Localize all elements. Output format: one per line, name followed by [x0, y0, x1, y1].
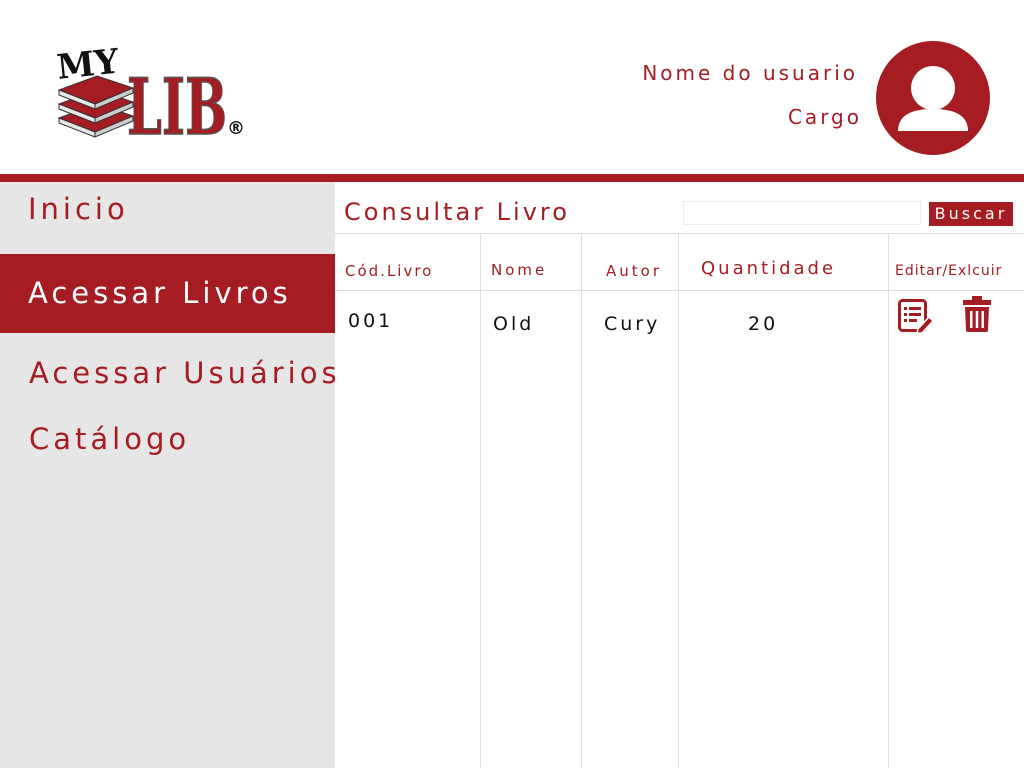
page-title: Consultar Livro	[344, 198, 570, 226]
app-header: MY LIB ® Nome do usuario Cargo	[0, 0, 1024, 174]
column-header-quantidade: Quantidade	[701, 258, 837, 279]
column-header-autor: Autor	[606, 262, 662, 280]
sidebar-item-acessar-livros[interactable]: Acessar Livros	[0, 254, 335, 333]
cell-autor: Cury	[604, 313, 661, 335]
cell-codigo: 001	[348, 310, 394, 332]
mylib-logo: MY LIB ®	[55, 41, 245, 144]
cell-nome: Old	[493, 313, 535, 335]
sidebar-item-label: Catálogo	[29, 422, 191, 456]
header-divider	[0, 174, 1024, 182]
logo-registered-mark: ®	[227, 118, 245, 139]
search-button[interactable]: Buscar	[929, 202, 1013, 226]
table-top-border	[335, 233, 1024, 234]
logo-text-lib: LIB	[127, 62, 227, 144]
cell-quantidade: 20	[748, 313, 779, 335]
search-input[interactable]	[683, 201, 921, 225]
sidebar: Inicio Acessar Livros Acessar Usuários C…	[0, 182, 337, 768]
user-avatar-icon	[898, 66, 968, 131]
sidebar-item-inicio[interactable]: Inicio	[0, 192, 335, 232]
table-header-border	[335, 290, 1024, 291]
sidebar-item-catalogo[interactable]: Catálogo	[0, 422, 335, 462]
sidebar-item-acessar-usuarios[interactable]: Acessar Usuários	[0, 356, 337, 396]
column-divider	[581, 233, 582, 768]
sidebar-item-label: Acessar Usuários	[29, 356, 341, 390]
sidebar-item-label: Inicio	[28, 192, 129, 226]
column-header-acoes: Editar/Exlcuir	[895, 263, 1003, 279]
column-divider	[678, 233, 679, 768]
sidebar-item-label: Acessar Livros	[28, 276, 292, 310]
user-role: Cargo	[787, 105, 862, 129]
column-header-nome: Nome	[491, 261, 548, 279]
main-content: Consultar Livro Buscar Cód.Livro Nome Au…	[335, 182, 1024, 768]
column-divider	[888, 233, 889, 768]
user-name: Nome do usuario	[642, 61, 858, 85]
column-header-codigo: Cód.Livro	[345, 262, 434, 280]
edit-icon[interactable]	[898, 299, 934, 333]
column-divider	[480, 233, 481, 768]
logo-text-my: MY	[55, 41, 121, 87]
user-avatar[interactable]	[876, 41, 990, 155]
trash-icon[interactable]	[962, 296, 992, 332]
